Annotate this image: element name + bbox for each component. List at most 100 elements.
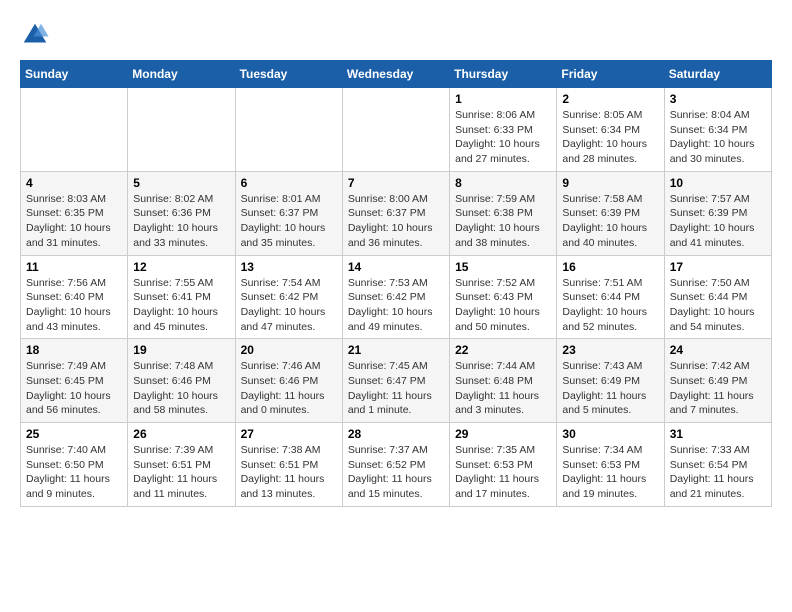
day-number: 31 <box>670 427 766 441</box>
day-info: Sunrise: 7:56 AMSunset: 6:40 PMDaylight:… <box>26 276 122 335</box>
calendar-cell: 20Sunrise: 7:46 AMSunset: 6:46 PMDayligh… <box>235 339 342 423</box>
day-info: Sunrise: 8:05 AMSunset: 6:34 PMDaylight:… <box>562 108 658 167</box>
logo <box>20 20 54 50</box>
day-info: Sunrise: 7:48 AMSunset: 6:46 PMDaylight:… <box>133 359 229 418</box>
calendar-cell: 31 Sunrise: 7:33 AMSunset: 6:54 PMDayligh… <box>664 423 771 507</box>
calendar-cell: 24 Sunrise: 7:42 AMSunset: 6:49 PMDayligh… <box>664 339 771 423</box>
day-number: 15 <box>455 260 551 274</box>
day-info: Sunrise: 7:35 AMSunset: 6:53 PMDaylight:… <box>455 443 551 502</box>
calendar-cell <box>128 88 235 172</box>
calendar-cell: 10 Sunrise: 7:57 AMSunset: 6:39 PMDayligh… <box>664 171 771 255</box>
day-info: Sunrise: 7:43 AMSunset: 6:49 PMDaylight:… <box>562 359 658 418</box>
day-number: 16 <box>562 260 658 274</box>
day-info: Sunrise: 7:52 AMSunset: 6:43 PMDaylight:… <box>455 276 551 335</box>
calendar-week-row: 18 Sunrise: 7:49 AMSunset: 6:45 PMDayligh… <box>21 339 772 423</box>
calendar-cell: 6 Sunrise: 8:01 AMSunset: 6:37 PMDaylight… <box>235 171 342 255</box>
calendar-cell: 5 Sunrise: 8:02 AMSunset: 6:36 PMDaylight… <box>128 171 235 255</box>
calendar-cell: 2Sunrise: 8:05 AMSunset: 6:34 PMDaylight… <box>557 88 664 172</box>
calendar-cell: 21 Sunrise: 7:45 AMSunset: 6:47 PMDayligh… <box>342 339 449 423</box>
day-info: Sunrise: 7:49 AMSunset: 6:45 PMDaylight:… <box>26 359 122 418</box>
calendar-cell <box>342 88 449 172</box>
day-number: 21 <box>348 343 444 357</box>
calendar-cell: 13 Sunrise: 7:54 AMSunset: 6:42 PMDayligh… <box>235 255 342 339</box>
calendar-week-row: 1Sunrise: 8:06 AMSunset: 6:33 PMDaylight… <box>21 88 772 172</box>
day-number: 13 <box>241 260 337 274</box>
day-info: Sunrise: 8:02 AMSunset: 6:36 PMDaylight:… <box>133 192 229 251</box>
logo-icon <box>20 20 50 50</box>
weekday-header: Wednesday <box>342 61 449 88</box>
calendar-week-row: 25 Sunrise: 7:40 AMSunset: 6:50 PMDayligh… <box>21 423 772 507</box>
day-info: Sunrise: 7:55 AMSunset: 6:41 PMDaylight:… <box>133 276 229 335</box>
day-info: Sunrise: 8:04 AMSunset: 6:34 PMDaylight:… <box>670 108 766 167</box>
calendar-cell: 26Sunrise: 7:39 AMSunset: 6:51 PMDayligh… <box>128 423 235 507</box>
day-info: Sunrise: 7:54 AMSunset: 6:42 PMDaylight:… <box>241 276 337 335</box>
weekday-header: Thursday <box>450 61 557 88</box>
calendar-cell: 25 Sunrise: 7:40 AMSunset: 6:50 PMDayligh… <box>21 423 128 507</box>
calendar-cell: 8 Sunrise: 7:59 AMSunset: 6:38 PMDaylight… <box>450 171 557 255</box>
day-number: 8 <box>455 176 551 190</box>
day-info: Sunrise: 7:40 AMSunset: 6:50 PMDaylight:… <box>26 443 122 502</box>
day-number: 25 <box>26 427 122 441</box>
day-number: 24 <box>670 343 766 357</box>
day-info: Sunrise: 7:58 AMSunset: 6:39 PMDaylight:… <box>562 192 658 251</box>
weekday-header: Tuesday <box>235 61 342 88</box>
day-number: 10 <box>670 176 766 190</box>
day-number: 3 <box>670 92 766 106</box>
day-number: 11 <box>26 260 122 274</box>
day-info: Sunrise: 7:50 AMSunset: 6:44 PMDaylight:… <box>670 276 766 335</box>
calendar-cell: 29 Sunrise: 7:35 AMSunset: 6:53 PMDayligh… <box>450 423 557 507</box>
calendar-cell: 4 Sunrise: 8:03 AMSunset: 6:35 PMDaylight… <box>21 171 128 255</box>
day-number: 22 <box>455 343 551 357</box>
calendar-week-row: 4 Sunrise: 8:03 AMSunset: 6:35 PMDaylight… <box>21 171 772 255</box>
calendar-cell: 1Sunrise: 8:06 AMSunset: 6:33 PMDaylight… <box>450 88 557 172</box>
calendar-cell: 19Sunrise: 7:48 AMSunset: 6:46 PMDayligh… <box>128 339 235 423</box>
weekday-header: Sunday <box>21 61 128 88</box>
weekday-header-row: SundayMondayTuesdayWednesdayThursdayFrid… <box>21 61 772 88</box>
day-info: Sunrise: 7:59 AMSunset: 6:38 PMDaylight:… <box>455 192 551 251</box>
day-info: Sunrise: 7:34 AMSunset: 6:53 PMDaylight:… <box>562 443 658 502</box>
weekday-header: Friday <box>557 61 664 88</box>
calendar-cell: 12 Sunrise: 7:55 AMSunset: 6:41 PMDayligh… <box>128 255 235 339</box>
day-number: 20 <box>241 343 337 357</box>
day-number: 23 <box>562 343 658 357</box>
day-info: Sunrise: 7:42 AMSunset: 6:49 PMDaylight:… <box>670 359 766 418</box>
day-number: 12 <box>133 260 229 274</box>
calendar-cell: 7 Sunrise: 8:00 AMSunset: 6:37 PMDaylight… <box>342 171 449 255</box>
day-info: Sunrise: 7:57 AMSunset: 6:39 PMDaylight:… <box>670 192 766 251</box>
day-info: Sunrise: 8:06 AMSunset: 6:33 PMDaylight:… <box>455 108 551 167</box>
day-number: 6 <box>241 176 337 190</box>
day-number: 5 <box>133 176 229 190</box>
calendar-cell: 11 Sunrise: 7:56 AMSunset: 6:40 PMDayligh… <box>21 255 128 339</box>
calendar-cell: 14 Sunrise: 7:53 AMSunset: 6:42 PMDayligh… <box>342 255 449 339</box>
day-info: Sunrise: 8:01 AMSunset: 6:37 PMDaylight:… <box>241 192 337 251</box>
day-number: 4 <box>26 176 122 190</box>
calendar-table: SundayMondayTuesdayWednesdayThursdayFrid… <box>20 60 772 507</box>
day-number: 28 <box>348 427 444 441</box>
calendar-cell: 28Sunrise: 7:37 AMSunset: 6:52 PMDayligh… <box>342 423 449 507</box>
day-number: 14 <box>348 260 444 274</box>
weekday-header: Monday <box>128 61 235 88</box>
calendar-cell <box>235 88 342 172</box>
day-number: 18 <box>26 343 122 357</box>
day-info: Sunrise: 7:51 AMSunset: 6:44 PMDaylight:… <box>562 276 658 335</box>
day-info: Sunrise: 7:45 AMSunset: 6:47 PMDaylight:… <box>348 359 444 418</box>
calendar-cell: 16 Sunrise: 7:51 AMSunset: 6:44 PMDayligh… <box>557 255 664 339</box>
calendar-cell: 22 Sunrise: 7:44 AMSunset: 6:48 PMDayligh… <box>450 339 557 423</box>
day-info: Sunrise: 7:38 AMSunset: 6:51 PMDaylight:… <box>241 443 337 502</box>
calendar-cell <box>21 88 128 172</box>
day-number: 7 <box>348 176 444 190</box>
day-number: 30 <box>562 427 658 441</box>
day-number: 9 <box>562 176 658 190</box>
day-info: Sunrise: 7:33 AMSunset: 6:54 PMDaylight:… <box>670 443 766 502</box>
day-info: Sunrise: 7:39 AMSunset: 6:51 PMDaylight:… <box>133 443 229 502</box>
day-info: Sunrise: 8:00 AMSunset: 6:37 PMDaylight:… <box>348 192 444 251</box>
day-info: Sunrise: 7:44 AMSunset: 6:48 PMDaylight:… <box>455 359 551 418</box>
calendar-cell: 23 Sunrise: 7:43 AMSunset: 6:49 PMDayligh… <box>557 339 664 423</box>
page-header <box>20 20 772 50</box>
day-info: Sunrise: 8:03 AMSunset: 6:35 PMDaylight:… <box>26 192 122 251</box>
day-info: Sunrise: 7:53 AMSunset: 6:42 PMDaylight:… <box>348 276 444 335</box>
calendar-cell: 30 Sunrise: 7:34 AMSunset: 6:53 PMDayligh… <box>557 423 664 507</box>
calendar-cell: 9 Sunrise: 7:58 AMSunset: 6:39 PMDaylight… <box>557 171 664 255</box>
day-number: 29 <box>455 427 551 441</box>
calendar-cell: 18 Sunrise: 7:49 AMSunset: 6:45 PMDayligh… <box>21 339 128 423</box>
